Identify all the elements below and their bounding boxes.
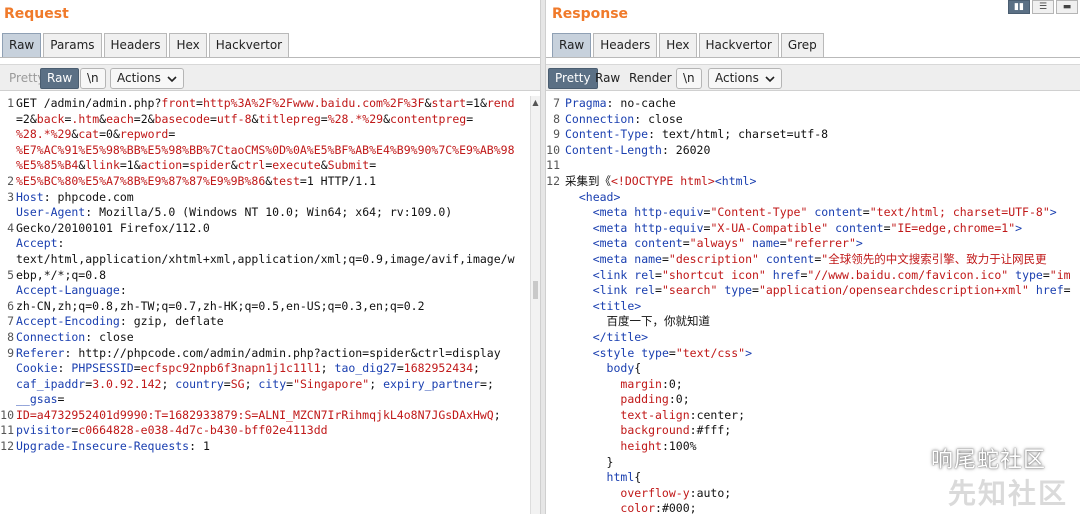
- actions-label: Actions: [715, 71, 759, 85]
- request-pane: Request Raw Params Headers Hex Hackverto…: [0, 0, 540, 514]
- watermark: 响尾蛇社区: [893, 442, 1046, 474]
- watermark-text: 响尾蛇社区: [930, 448, 1046, 473]
- request-body[interactable]: GET /admin/admin.php?front=http%3A%2F%2F…: [16, 96, 515, 455]
- newline-toggle[interactable]: \n: [80, 68, 106, 89]
- tab-headers[interactable]: Headers: [103, 33, 168, 57]
- scroll-up-icon[interactable]: ▲: [531, 98, 540, 108]
- response-line-numbers: 7 8 9 10 11 12: [546, 96, 560, 188]
- watermark-faint: 先知社区: [947, 477, 1068, 510]
- wechat-icon: [893, 447, 924, 469]
- request-title: Request: [4, 6, 69, 22]
- newline-toggle[interactable]: \n: [676, 68, 702, 89]
- response-tabbar: Raw Headers Hex Hackvertor Grep: [552, 33, 826, 57]
- tab-raw[interactable]: Raw: [552, 33, 592, 57]
- tab-hex[interactable]: Hex: [659, 33, 697, 57]
- split-horizontal-icon[interactable]: ▮▮: [1008, 0, 1030, 14]
- scroll-thumb[interactable]: [533, 281, 538, 299]
- response-title: Response: [552, 6, 629, 22]
- tab-divider: [546, 57, 1080, 58]
- tab-divider: [0, 57, 540, 58]
- tab-hex[interactable]: Hex: [169, 33, 207, 57]
- request-line-numbers: 1 2 3 4 5 6 7 8 9 10 11 12: [0, 96, 14, 454]
- response-toolbar: Pretty Raw Render \n Actions: [546, 64, 1080, 91]
- tab-hackvertor[interactable]: Hackvertor: [698, 33, 779, 57]
- raw-button[interactable]: Raw: [40, 68, 80, 89]
- split-vertical-icon[interactable]: ☰: [1032, 0, 1054, 14]
- tab-raw[interactable]: Raw: [2, 33, 42, 57]
- layout-controls: ▮▮ ☰ ▬: [1006, 0, 1078, 14]
- tab-hackvertor[interactable]: Hackvertor: [208, 33, 290, 57]
- tab-params[interactable]: Params: [43, 33, 102, 57]
- actions-label: Actions: [117, 71, 161, 85]
- chevron-down-icon: [167, 76, 177, 83]
- tab-grep[interactable]: Grep: [780, 33, 824, 57]
- request-toolbar: Pretty Raw \n Actions: [0, 64, 540, 91]
- chevron-down-icon: [765, 76, 775, 83]
- tab-headers[interactable]: Headers: [593, 33, 658, 57]
- render-button[interactable]: Render: [622, 68, 679, 89]
- request-scrollbar[interactable]: ▲: [530, 96, 540, 514]
- actions-dropdown[interactable]: Actions: [110, 68, 184, 89]
- tabs-layout-icon[interactable]: ▬: [1056, 0, 1078, 14]
- response-pane: Response ▮▮ ☰ ▬ Raw Headers Hex Hackvert…: [546, 0, 1080, 514]
- actions-dropdown[interactable]: Actions: [708, 68, 782, 89]
- request-tabbar: Raw Params Headers Hex Hackvertor: [2, 33, 291, 57]
